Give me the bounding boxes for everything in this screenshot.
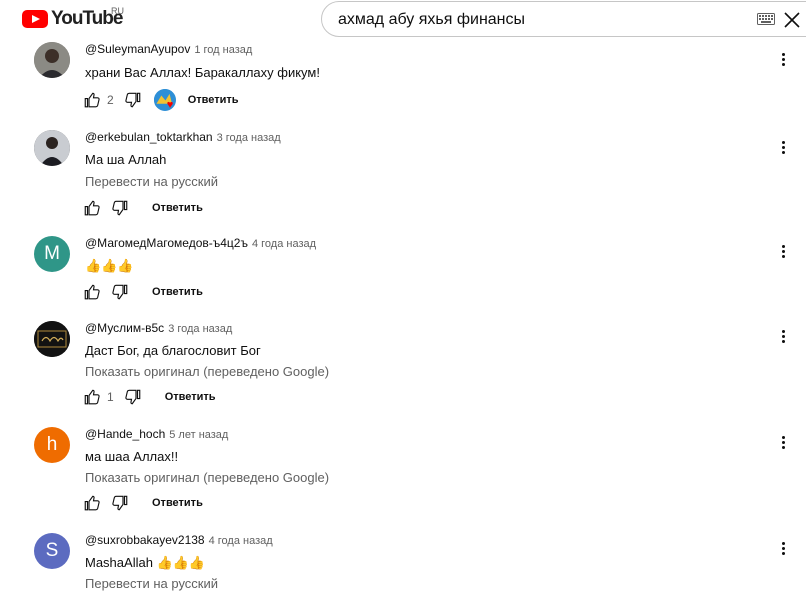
comment-text: ма шаа Аллах!! <box>85 449 179 464</box>
show-original-link[interactable]: Показать оригинал (переведено Google) <box>85 364 329 379</box>
like-icon[interactable] <box>83 91 101 109</box>
translate-link[interactable]: Перевести на русский <box>85 576 218 591</box>
avatar[interactable]: h <box>34 427 70 463</box>
more-actions-icon[interactable] <box>776 435 792 451</box>
more-actions-icon[interactable] <box>776 329 792 345</box>
dislike-icon[interactable] <box>111 199 129 217</box>
comment-text: MashaAllah 👍👍👍 <box>85 555 206 570</box>
like-icon[interactable] <box>83 388 101 406</box>
youtube-logo[interactable]: YouTube <box>22 8 123 30</box>
like-count: 1 <box>107 390 114 404</box>
more-actions-icon[interactable] <box>776 140 792 156</box>
like-icon[interactable] <box>83 494 101 512</box>
comment-actions: Ответить <box>83 493 203 513</box>
youtube-play-icon <box>22 10 48 28</box>
like-count: 2 <box>107 93 114 107</box>
avatar[interactable] <box>34 42 70 78</box>
avatar[interactable]: S <box>34 533 70 569</box>
comment-actions: Ответить <box>83 198 203 218</box>
comment-time[interactable]: 4 года назад <box>209 535 273 547</box>
comment-time[interactable]: 4 года назад <box>252 238 316 250</box>
dislike-icon[interactable] <box>124 388 142 406</box>
clear-search-icon[interactable] <box>782 10 802 30</box>
comment-author[interactable]: @Муслим-в5с <box>85 321 164 335</box>
comment-author[interactable]: @erkebulan_toktarkhan <box>85 130 213 144</box>
translate-link[interactable]: Перевести на русский <box>85 174 218 189</box>
comment-time[interactable]: 5 лет назад <box>169 429 228 441</box>
comment-text: 👍👍👍 <box>85 258 134 273</box>
reply-button[interactable]: Ответить <box>188 94 239 106</box>
avatar[interactable] <box>34 130 70 166</box>
comment-actions: 1 Ответить <box>83 387 216 407</box>
comment-actions: Ответить <box>83 282 203 302</box>
user-photo-icon <box>34 321 70 357</box>
search-query[interactable]: ахмад абу яхья финансы <box>338 11 525 29</box>
avatar[interactable]: M <box>34 236 70 272</box>
reply-button[interactable]: Ответить <box>152 497 203 509</box>
comment-time[interactable]: 3 года назад <box>168 323 232 335</box>
comment-time[interactable]: 3 года назад <box>217 132 281 144</box>
avatar[interactable] <box>34 321 70 357</box>
heart-icon: ♥ <box>166 99 174 111</box>
reply-button[interactable]: Ответить <box>165 391 216 403</box>
comment-text: храни Вас Аллах! Баракаллаху фикум! <box>85 65 320 80</box>
comment-author[interactable]: @МагомедМагомедов-ъ4ц2ъ <box>85 236 248 250</box>
comment-author[interactable]: @Hande_hoch <box>85 427 165 441</box>
avatar-letter: M <box>44 243 60 264</box>
dislike-icon[interactable] <box>111 494 129 512</box>
like-icon[interactable] <box>83 199 101 217</box>
more-actions-icon[interactable] <box>776 541 792 557</box>
reply-button[interactable]: Ответить <box>152 286 203 298</box>
user-photo-icon <box>34 130 70 166</box>
reply-button[interactable]: Ответить <box>152 202 203 214</box>
dislike-icon[interactable] <box>111 283 129 301</box>
creator-heart-badge: ♥ <box>153 89 176 111</box>
avatar-letter: S <box>45 540 59 561</box>
comment-actions: 2 ♥ Ответить <box>83 89 239 111</box>
masthead: YouTube RU ахмад абу яхья финансы <box>0 0 806 38</box>
comment-time[interactable]: 1 год назад <box>194 44 252 56</box>
more-actions-icon[interactable] <box>776 52 792 68</box>
comment-author[interactable]: @SuleymanAyupov <box>85 42 190 56</box>
more-actions-icon[interactable] <box>776 244 792 260</box>
search-input[interactable]: ахмад абу яхья финансы <box>321 1 806 37</box>
like-icon[interactable] <box>83 283 101 301</box>
comment-author[interactable]: @suxrobbakayev2138 <box>85 533 205 547</box>
keyboard-icon[interactable] <box>757 13 775 25</box>
comment-text: Даст Бог, да благословит Бог <box>85 343 261 358</box>
avatar-letter: h <box>46 434 58 455</box>
show-original-link[interactable]: Показать оригинал (переведено Google) <box>85 470 329 485</box>
country-code: RU <box>111 6 124 16</box>
user-photo-icon <box>34 42 70 78</box>
comment-text: Ма ша Аллаh <box>85 152 167 167</box>
dislike-icon[interactable] <box>124 91 142 109</box>
